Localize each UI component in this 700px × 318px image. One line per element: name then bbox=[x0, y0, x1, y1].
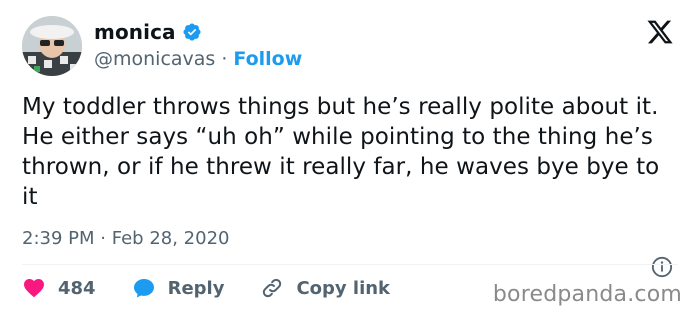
avatar[interactable] bbox=[22, 16, 82, 76]
reply-label: Reply bbox=[167, 277, 225, 299]
like-button[interactable]: 484 bbox=[22, 276, 96, 300]
avatar-image bbox=[22, 16, 82, 76]
tweet-card: monica @monicavas · Follow My toddler th… bbox=[0, 0, 700, 318]
follow-button[interactable]: Follow bbox=[233, 48, 302, 70]
reply-icon bbox=[132, 276, 156, 300]
author-display-name[interactable]: monica bbox=[94, 20, 176, 44]
tweet-time: 2:39 PM bbox=[22, 228, 95, 249]
author-handle[interactable]: @monicavas bbox=[94, 48, 215, 70]
timestamp-separator: · bbox=[100, 228, 106, 249]
author-name-row: monica bbox=[94, 20, 202, 44]
tweet-text: My toddler throws things but he’s really… bbox=[22, 94, 660, 210]
x-logo-icon[interactable] bbox=[646, 18, 674, 46]
verified-badge-icon bbox=[182, 22, 202, 42]
link-icon bbox=[260, 276, 284, 300]
author-handle-row: @monicavas · Follow bbox=[94, 48, 302, 70]
tweet-date: Feb 28, 2020 bbox=[111, 228, 230, 249]
reply-button[interactable]: Reply bbox=[132, 276, 225, 300]
likes-count: 484 bbox=[58, 277, 96, 299]
copy-link-label: Copy link bbox=[296, 277, 391, 299]
tweet-timestamp[interactable]: 2:39 PM · Feb 28, 2020 bbox=[22, 228, 229, 249]
watermark: boredpanda.com bbox=[492, 282, 682, 307]
heart-icon bbox=[22, 276, 46, 300]
copy-link-button[interactable]: Copy link bbox=[260, 276, 390, 300]
divider bbox=[22, 264, 678, 265]
handle-separator: · bbox=[221, 48, 228, 70]
info-icon[interactable] bbox=[651, 256, 673, 278]
action-bar: 484 Reply Copy link bbox=[22, 276, 426, 300]
